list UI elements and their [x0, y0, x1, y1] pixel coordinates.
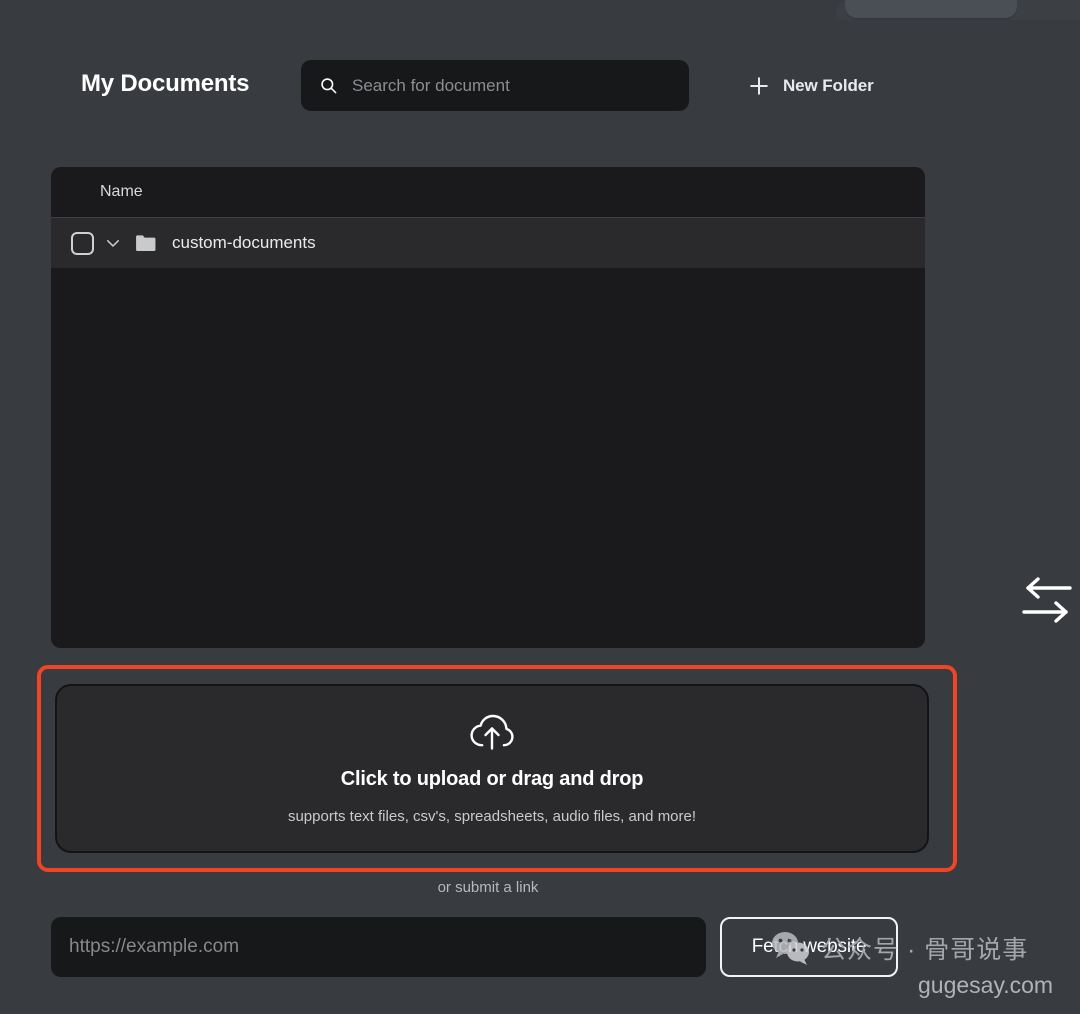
table-row[interactable]: custom-documents	[51, 218, 925, 268]
fetch-website-button[interactable]: Fetch website	[720, 917, 898, 977]
upload-zone-highlight: Click to upload or drag and drop support…	[37, 665, 957, 872]
search-input[interactable]	[352, 75, 675, 96]
row-checkbox-icon[interactable]	[71, 231, 94, 255]
file-list-empty-area	[51, 268, 925, 648]
top-partial-panel	[845, 0, 1017, 18]
watermark-url: gugesay.com	[918, 972, 1054, 998]
or-submit-link-label: or submit a link	[437, 879, 539, 896]
chevron-down-icon[interactable]	[104, 234, 122, 252]
new-folder-label: New Folder	[783, 76, 874, 95]
search-box[interactable]	[301, 60, 689, 111]
column-header-name: Name	[100, 183, 143, 200]
row-name-label: custom-documents	[172, 233, 316, 252]
upload-dropzone[interactable]: Click to upload or drag and drop support…	[55, 684, 929, 853]
page-title: My Documents	[81, 70, 250, 97]
file-list-panel: Name custom-documents	[51, 167, 925, 648]
upload-subtitle: supports text files, csv's, spreadsheets…	[287, 808, 697, 825]
plus-icon	[750, 77, 768, 95]
search-icon	[321, 78, 337, 94]
upload-title: Click to upload or drag and drop	[340, 768, 644, 790]
header-bar: My Documents New Folder	[0, 60, 1080, 112]
new-folder-button[interactable]: New Folder	[748, 69, 874, 103]
cloud-upload-icon	[470, 714, 514, 750]
transfer-arrows-icon[interactable]	[1018, 572, 1076, 628]
file-list-header: Name	[51, 167, 925, 218]
url-input[interactable]	[51, 917, 706, 977]
folder-icon	[136, 235, 156, 251]
